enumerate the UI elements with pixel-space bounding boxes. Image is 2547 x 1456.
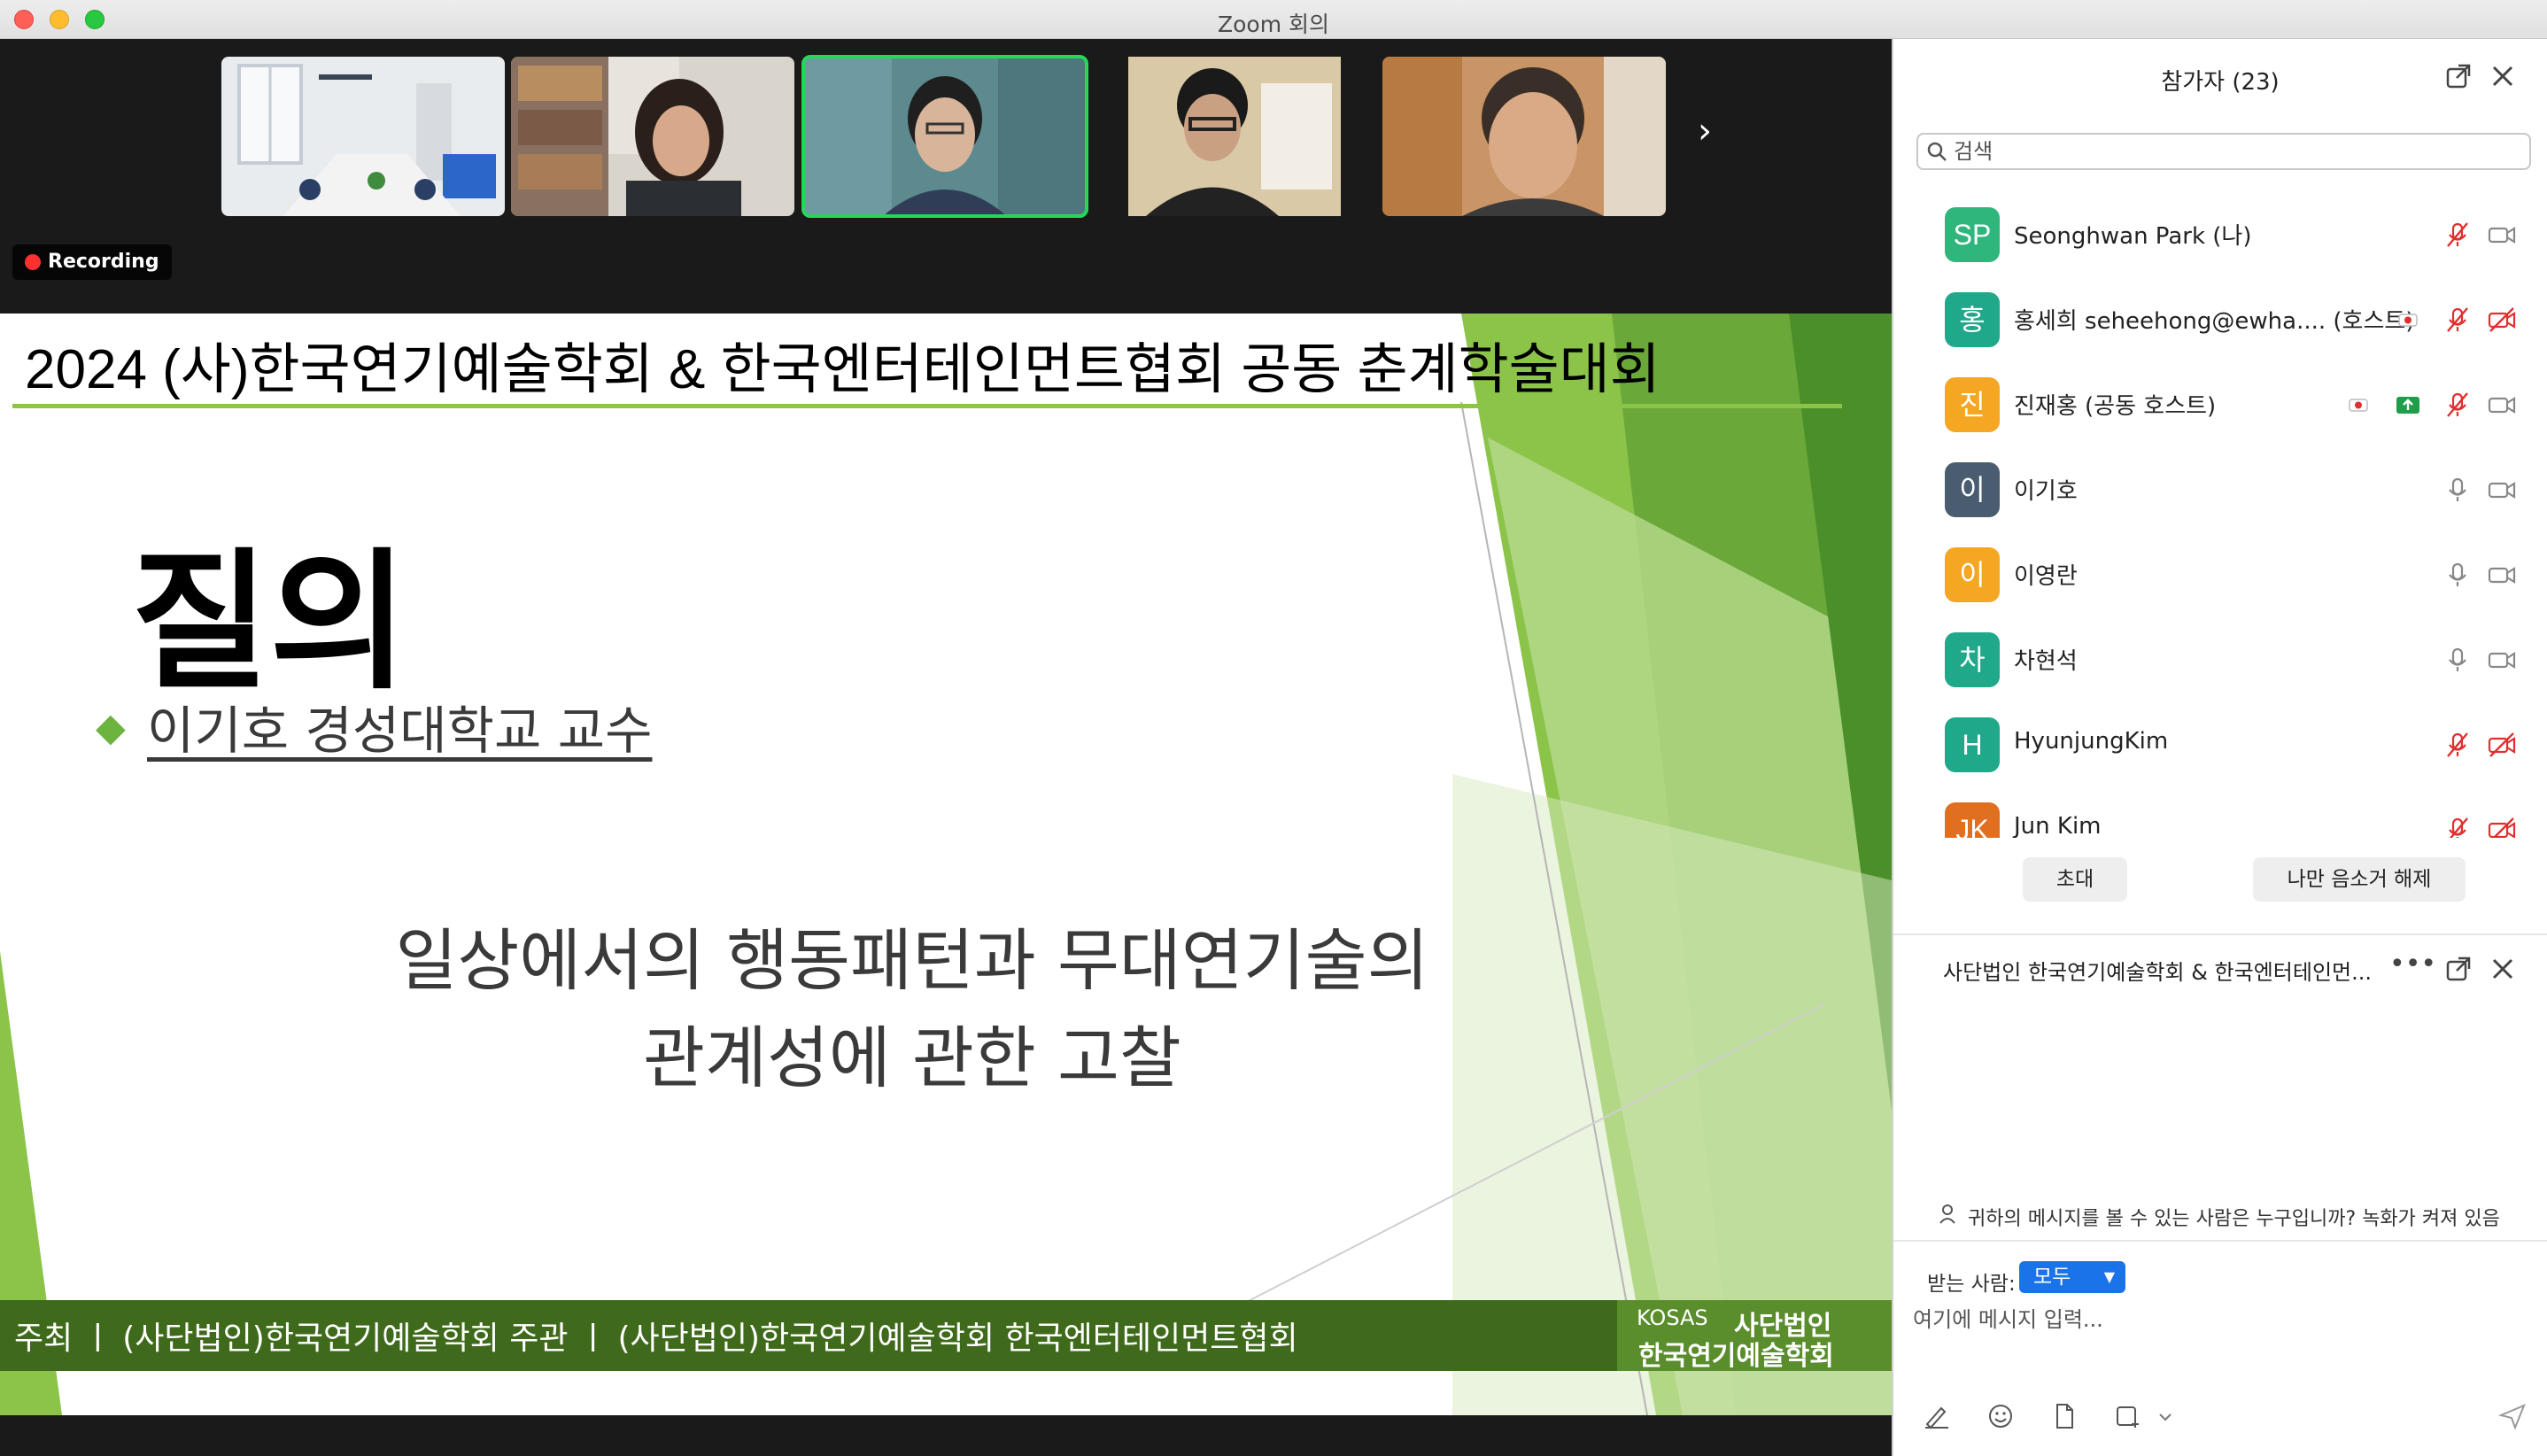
- participant-name: Seonghwan Park (나): [2014, 223, 2252, 250]
- mic-icon[interactable]: [2442, 475, 2473, 505]
- title-bar: Zoom 회의: [0, 0, 2547, 39]
- logo-line-2: 한국연기예술학회: [1638, 1341, 1834, 1372]
- recording-indicator: Recording: [12, 244, 172, 280]
- video-tile-participant-man[interactable]: [1382, 57, 1666, 216]
- recipient-dropdown[interactable]: 모두 ▼: [2019, 1261, 2125, 1293]
- side-panel: 참가자 (23) SPSeonghwan Park (나)홍홍세희 seheeh…: [1892, 39, 2547, 1456]
- video-icon[interactable]: [2487, 390, 2517, 420]
- invite-button[interactable]: 초대: [2023, 857, 2127, 902]
- chat-popout-icon[interactable]: [2444, 955, 2473, 983]
- participant-row[interactable]: 차 차현석: [1893, 616, 2547, 701]
- participant-name: HyunjungKim: [2014, 728, 2169, 755]
- video-tile-participant-glasses[interactable]: [1093, 57, 1376, 216]
- divider: [1893, 933, 2547, 935]
- mic-icon[interactable]: [2442, 645, 2473, 675]
- chat-visibility-notice[interactable]: 귀하의 메시지를 볼 수 있는 사람은 누구입니까? 녹화가 켜져 있음: [1938, 1203, 2540, 1231]
- window-title: Zoom 회의: [1217, 12, 1330, 37]
- video-strip: ›: [0, 39, 1892, 225]
- avatar: 이: [1945, 462, 2000, 517]
- slide-topic-line-1: 일상에서의 행동패턴과 무대연기술의: [395, 921, 1429, 1000]
- participant-row[interactable]: SP Seonghwan Park (나): [1893, 191, 2547, 276]
- emoji-icon[interactable]: [1986, 1401, 2016, 1431]
- file-icon[interactable]: [2049, 1401, 2079, 1431]
- slide-footer: 주최 ㅣ (사단법인)한국연기예술학회 주관 ㅣ (사단법인)한국연기예술학회 …: [0, 1300, 1617, 1371]
- avatar: 차: [1945, 632, 2000, 687]
- unmute-me-button[interactable]: 나만 음소거 해제: [2253, 857, 2466, 902]
- diamond-bullet-icon: ◆: [96, 705, 126, 750]
- participant-name: 진재홍 (공동 호스트): [2014, 393, 2217, 420]
- video-off-icon[interactable]: [2487, 730, 2517, 760]
- more-options-icon[interactable]: •••: [2389, 951, 2436, 983]
- video-tile-active-speaker[interactable]: [801, 55, 1088, 218]
- slide-header: 2024 (사)한국연기예술학회 & 한국엔터테인먼트협회 공동 춘계학술대회: [25, 339, 1661, 400]
- recipient-label: 받는 사람:: [1927, 1273, 2016, 1296]
- share-screen-icon: [2393, 390, 2423, 420]
- avatar: 이: [1945, 547, 2000, 602]
- participant-list: SP Seonghwan Park (나) 홍 홍세희 seheehong@ewha.…: [1893, 191, 2547, 838]
- avatar: 홍: [1945, 292, 2000, 347]
- participant-row[interactable]: 이 이기호: [1893, 446, 2547, 531]
- mic-muted-icon[interactable]: [2442, 220, 2473, 250]
- participant-row[interactable]: H HyunjungKim: [1893, 701, 2547, 786]
- slide-presenter: 이기호 경성대학교 교수: [147, 701, 653, 761]
- recipient-value: 모두: [2033, 1266, 2071, 1289]
- search-icon: [1927, 142, 1947, 161]
- screenshot-icon[interactable]: [2113, 1401, 2143, 1431]
- divider: [1893, 1240, 2547, 1242]
- video-icon[interactable]: [2487, 645, 2517, 675]
- participant-actions: 초대 나만 음소거 해제: [1893, 856, 2547, 905]
- video-icon[interactable]: [2487, 560, 2517, 590]
- mic-muted-icon[interactable]: [2442, 730, 2473, 760]
- send-icon[interactable]: [2497, 1401, 2528, 1431]
- kosas-logo: KOSAS 사단법인 한국연기예술학회: [1617, 1300, 1892, 1372]
- popout-icon[interactable]: [2444, 62, 2473, 90]
- slide-topic-line-2: 관계성에 관한 고찰: [643, 1018, 1181, 1097]
- participant-row[interactable]: 진 진재홍 (공동 호스트): [1893, 361, 2547, 446]
- participant-name: 홍세희 seheehong@ewha.... (호스트): [2014, 308, 2415, 335]
- slide-topic: 일상에서의 행동패턴과 무대연기술의 관계성에 관한 고찰: [292, 912, 1532, 1107]
- mic-muted-icon[interactable]: [2442, 390, 2473, 420]
- mic-muted-icon[interactable]: [2442, 815, 2473, 838]
- participant-row[interactable]: 이 이영란: [1893, 531, 2547, 616]
- participant-search: [1916, 133, 2531, 170]
- recording-dot-icon: [25, 254, 41, 270]
- participant-name: Jun Kim: [2014, 813, 2102, 838]
- video-tile-room[interactable]: [221, 57, 505, 216]
- search-input[interactable]: [1954, 138, 2520, 165]
- mic-muted-icon[interactable]: [2442, 305, 2473, 335]
- recording-label: Recording: [48, 251, 159, 273]
- chevron-down-icon[interactable]: [2156, 1401, 2175, 1431]
- avatar: JK: [1945, 802, 2000, 838]
- participant-name: 이영란: [2014, 563, 2078, 590]
- chat-close-icon[interactable]: [2489, 955, 2517, 983]
- recording-icon: [2393, 305, 2423, 335]
- chevron-right-icon[interactable]: ›: [1687, 113, 1723, 149]
- logo-small-text: KOSAS: [1637, 1305, 1708, 1330]
- avatar: H: [1945, 717, 2000, 772]
- avatar: 진: [1945, 377, 2000, 432]
- format-text-icon[interactable]: [1922, 1401, 1952, 1431]
- slide-title: 질의: [131, 535, 408, 710]
- caret-down-icon: ▼: [2103, 1268, 2115, 1285]
- participant-name: 이기호: [2014, 478, 2078, 505]
- shared-slide: 2024 (사)한국연기예술학회 & 한국엔터테인먼트협회 공동 춘계학술대회 …: [0, 314, 1892, 1415]
- participant-row[interactable]: JK Jun Kim: [1893, 786, 2547, 838]
- avatar: SP: [1945, 207, 2000, 262]
- close-icon[interactable]: [2489, 62, 2517, 90]
- recording-icon: [2343, 390, 2373, 420]
- video-off-icon[interactable]: [2487, 815, 2517, 838]
- participant-row[interactable]: 홍 홍세희 seheehong@ewha.... (호스트): [1893, 276, 2547, 361]
- video-off-icon[interactable]: [2487, 305, 2517, 335]
- mic-icon[interactable]: [2442, 560, 2473, 590]
- chat-title: 사단법인 한국연기예술학회 & 한국엔터테인먼...: [1943, 960, 2373, 985]
- video-tile-participant-woman[interactable]: [511, 57, 794, 216]
- slide-header-rule: [12, 404, 1842, 408]
- video-icon[interactable]: [2487, 220, 2517, 250]
- slide-green-decoration: [0, 314, 1892, 1415]
- video-icon[interactable]: [2487, 475, 2517, 505]
- participant-name: 차현석: [2014, 648, 2078, 675]
- slide-footer-text: 주최 ㅣ (사단법인)한국연기예술학회 주관 ㅣ (사단법인)한국연기예술학회 …: [14, 1320, 1298, 1357]
- meeting-main-area: › Recording 2024 (사)한국연기예술학회 & 한국엔터테인먼트협…: [0, 39, 1892, 1456]
- chat-message-input[interactable]: [1913, 1302, 2524, 1408]
